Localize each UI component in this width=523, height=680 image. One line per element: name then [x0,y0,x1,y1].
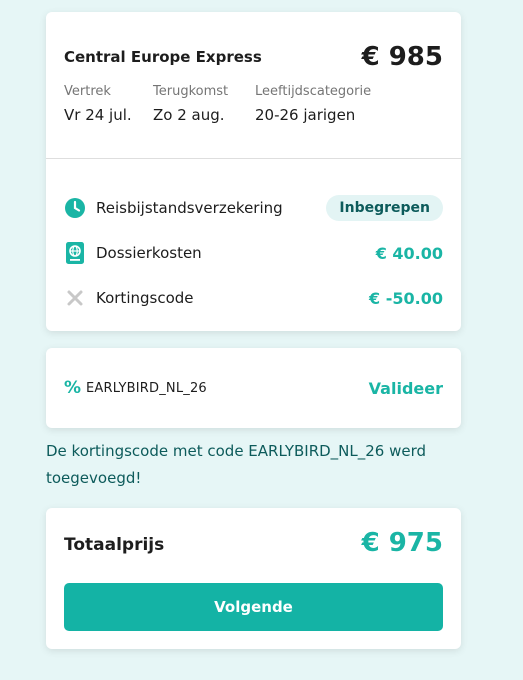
clock-icon [64,197,86,219]
discount-line: Kortingscode € -50.00 [64,284,443,312]
total-price: € 975 [361,528,443,558]
discount-success-message: De kortingscode met code EARLYBIRD_NL_26… [46,442,427,487]
return-label: Terugkomst [153,84,229,99]
file-costs-label: Dossierkosten [96,244,202,262]
close-icon [64,287,86,309]
discount-code-input[interactable]: EARLYBIRD_NL_26 [86,381,369,396]
file-costs-line: Dossierkosten € 40.00 [64,239,443,267]
discount-code-row: % EARLYBIRD_NL_26 Valideer [64,374,443,402]
discount-label: Kortingscode [96,289,194,307]
discount-amount: € -50.00 [369,288,443,308]
age-category-value: 20-26 jarigen [255,106,356,124]
total-label: Totaalprijs [64,535,165,555]
age-category-label: Leeftijdscategorie [255,84,372,99]
insurance-line: Reisbijstandsverzekering Inbegrepen [64,194,443,222]
age-category-info: Leeftijdscategorie 20-26 jarigen [255,84,371,124]
return-info: Terugkomst Zo 2 aug. [153,84,228,124]
trip-price: € 985 [361,42,443,72]
return-value: Zo 2 aug. [153,106,225,124]
percent-icon: % [64,378,82,398]
trip-header: Central Europe Express € 985 Vertrek Vr … [46,12,461,159]
insurance-label: Reisbijstandsverzekering [96,199,283,217]
departure-value: Vr 24 jul. [64,106,132,124]
departure-info: Vertrek Vr 24 jul. [64,84,132,124]
trip-name: Central Europe Express [64,48,262,66]
file-costs-amount: € 40.00 [375,243,443,263]
included-badge: Inbegrepen [326,195,443,221]
departure-label: Vertrek [64,84,111,99]
passport-icon [64,242,86,264]
next-button[interactable]: Volgende [64,583,443,631]
validate-button[interactable]: Valideer [369,379,443,398]
trip-summary-card: Central Europe Express € 985 Vertrek Vr … [46,12,461,331]
discount-code-card: % EARLYBIRD_NL_26 Valideer [46,348,461,428]
total-card: Totaalprijs € 975 Volgende [46,508,461,649]
